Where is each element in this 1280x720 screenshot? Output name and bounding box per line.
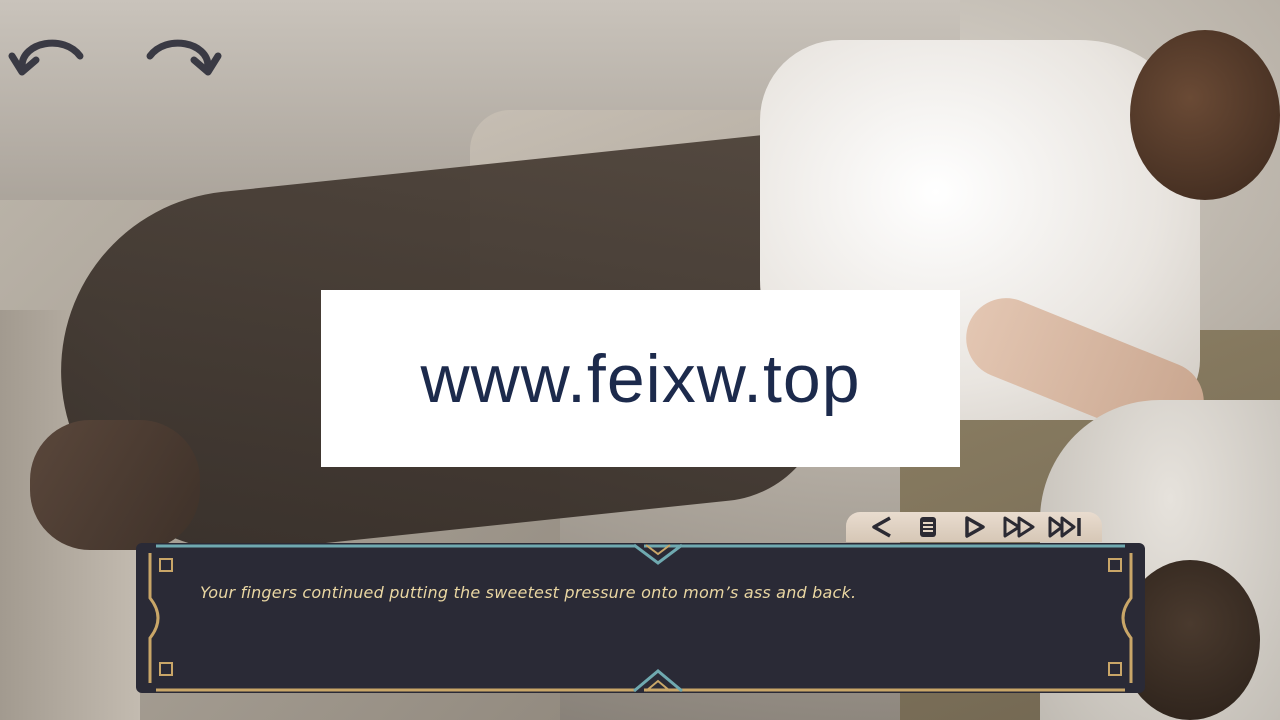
skip-to-end-icon: [1048, 516, 1081, 538]
character-feet: [30, 420, 200, 550]
dialogue-frame-ornament: [148, 543, 1133, 693]
play-triangle-icon: [965, 516, 985, 538]
watermark-banner: www.feixw.top: [321, 290, 960, 467]
quick-menu: [846, 512, 1102, 542]
redo-button[interactable]: [142, 26, 222, 82]
curved-arrow-left-icon: [8, 39, 84, 76]
character-hair: [1130, 30, 1280, 200]
menu-button[interactable]: [910, 514, 946, 540]
back-button[interactable]: [864, 514, 900, 540]
dialogue-box[interactable]: Your fingers continued putting the sweet…: [136, 543, 1145, 693]
fast-forward-button[interactable]: [1002, 514, 1038, 540]
dialogue-text: Your fingers continued putting the sweet…: [200, 583, 857, 602]
undo-button[interactable]: [8, 26, 88, 82]
play-button[interactable]: [956, 514, 992, 540]
back-triangle-icon: [872, 516, 891, 538]
menu-lines-icon: [920, 517, 936, 537]
watermark-text: www.feixw.top: [420, 340, 861, 417]
fast-forward-icon: [1003, 516, 1035, 538]
curved-arrow-right-icon: [146, 39, 222, 76]
skip-button[interactable]: [1048, 514, 1084, 540]
